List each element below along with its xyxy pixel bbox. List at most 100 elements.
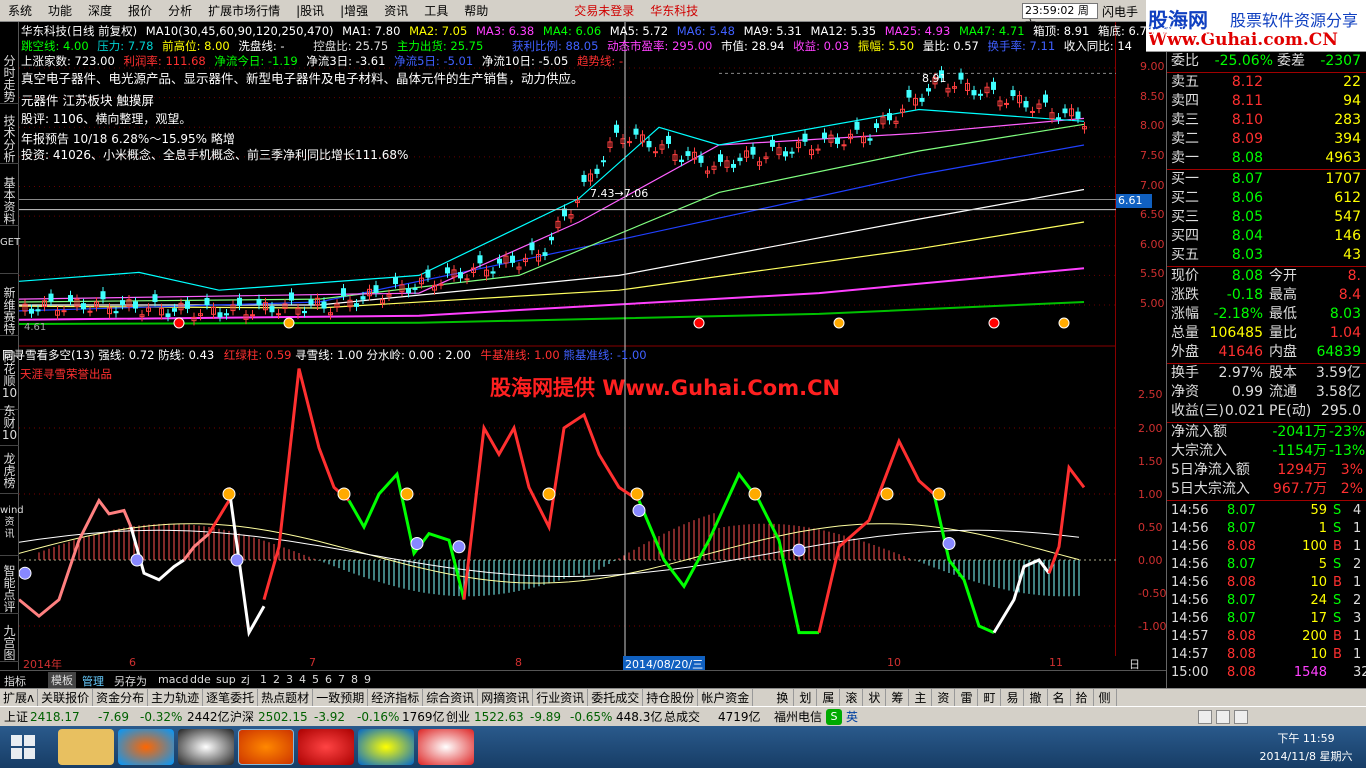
stock-app-icon[interactable]	[358, 729, 414, 765]
start-icon[interactable]	[10, 734, 36, 760]
app-icon[interactable]	[238, 729, 294, 765]
menu-system[interactable]: 系统	[0, 0, 40, 22]
menu-news[interactable]: |股讯	[288, 0, 332, 22]
quick-button[interactable]: 易	[1001, 689, 1025, 706]
ask-row[interactable]: 卖四 8.11 94	[1169, 92, 1365, 111]
menu-ext-market[interactable]: 扩展市场行情	[200, 0, 288, 22]
tab-8[interactable]: 8	[351, 673, 358, 686]
tab-2[interactable]: 2	[273, 673, 280, 686]
menu-help[interactable]: 帮助	[456, 0, 496, 22]
ime-lang[interactable]: 英	[846, 707, 858, 727]
quick-button[interactable]: 属	[817, 689, 841, 706]
func-button[interactable]: 持仓股份	[643, 689, 699, 706]
tab-fundamentals[interactable]: 基本资料	[0, 174, 19, 226]
menu-enhance[interactable]: |增强	[332, 0, 376, 22]
flash-trade-button[interactable]: 闪电手	[1102, 3, 1138, 20]
func-button[interactable]: 一致预期	[313, 689, 369, 706]
tab-get[interactable]: GET	[0, 234, 20, 274]
tab-3[interactable]: 3	[286, 673, 293, 686]
bid-row[interactable]: 买五 8.03 43	[1169, 246, 1365, 265]
bid-row[interactable]: 买二 8.06 612	[1169, 189, 1365, 208]
trade-login-status[interactable]: 交易未登录	[566, 0, 642, 22]
tab-dc10[interactable]: 东财10	[0, 402, 19, 446]
qq-icon[interactable]	[178, 729, 234, 765]
minimize-icon[interactable]	[1198, 710, 1212, 724]
quick-button[interactable]: 划	[794, 689, 818, 706]
flow-row: 大宗流入 -1154万 -13%	[1169, 442, 1365, 461]
tab-xinwei[interactable]: 新维赛特	[0, 284, 19, 336]
menu-analysis[interactable]: 分析	[160, 0, 200, 22]
func-button[interactable]: 热点题材	[258, 689, 314, 706]
quick-button[interactable]: 名	[1048, 689, 1071, 706]
func-button[interactable]: 资金分布	[93, 689, 149, 706]
taskbar-date[interactable]: 2014/11/8 星期六	[1248, 748, 1364, 764]
quick-button[interactable]: 资	[932, 689, 956, 706]
quick-button[interactable]: 撤	[1024, 689, 1048, 706]
func-button[interactable]: 综合资讯	[423, 689, 479, 706]
browser-icon[interactable]	[298, 729, 354, 765]
tab-7[interactable]: 7	[338, 673, 345, 686]
quick-button[interactable]: 拾	[1071, 689, 1094, 706]
index-cy-label[interactable]: 创业	[446, 707, 470, 727]
tab-zj[interactable]: zj	[241, 673, 250, 686]
menu-quote[interactable]: 报价	[120, 0, 160, 22]
quick-button[interactable]: 状	[863, 689, 887, 706]
tab-5[interactable]: 5	[312, 673, 319, 686]
tab-template[interactable]: 模板	[48, 672, 76, 688]
quick-button[interactable]: 筹	[886, 689, 910, 706]
func-button[interactable]: 主力轨迹	[148, 689, 204, 706]
quick-button[interactable]: 换	[771, 689, 795, 706]
func-button[interactable]: 行业资讯	[533, 689, 589, 706]
bid-row[interactable]: 买三 8.05 547	[1169, 208, 1365, 227]
face-signal-icon	[410, 537, 424, 550]
quick-button[interactable]: 滚	[840, 689, 864, 706]
tab-1[interactable]: 1	[260, 673, 267, 686]
ime-s-icon[interactable]: S	[826, 709, 842, 725]
menu-tools[interactable]: 工具	[416, 0, 456, 22]
taskbar-time[interactable]: 下午 11:59	[1256, 730, 1356, 746]
quick-button[interactable]: 主	[909, 689, 933, 706]
func-button[interactable]: 委托成交	[588, 689, 644, 706]
tab-save-as[interactable]: 另存为	[114, 673, 147, 689]
menu-function[interactable]: 功能	[40, 0, 80, 22]
tab-9[interactable]: 9	[364, 673, 371, 686]
func-button[interactable]: 帐户资金	[698, 689, 754, 706]
tab-smart-review[interactable]: 智能点评	[0, 562, 19, 614]
menu-depth[interactable]: 深度	[80, 0, 120, 22]
indicator-title[interactable]: 同寻雪看多空(13)	[2, 348, 95, 362]
func-button[interactable]: 关联报价	[38, 689, 94, 706]
index-hs-label[interactable]: 沪深	[230, 707, 254, 727]
tab-macd[interactable]: macd	[158, 673, 189, 686]
ask-row[interactable]: 卖一 8.08 4963	[1169, 149, 1365, 168]
func-button[interactable]: 经济指标	[368, 689, 424, 706]
tab-dde[interactable]: dde	[190, 673, 211, 686]
trade-app-icon[interactable]	[418, 729, 474, 765]
tab-nine-grid[interactable]: 九宫图	[0, 622, 19, 662]
tab-manage[interactable]: 管理	[82, 673, 104, 689]
tab-technical[interactable]: 技术分析	[0, 112, 19, 164]
ask-row[interactable]: 卖二 8.09 394	[1169, 130, 1365, 149]
bid-row[interactable]: 买四 8.04 146	[1169, 227, 1365, 246]
func-button[interactable]: 逐笔委托	[203, 689, 259, 706]
menu-info[interactable]: 资讯	[376, 0, 416, 22]
tab-sup[interactable]: sup	[216, 673, 236, 686]
ask-row[interactable]: 卖三 8.10 283	[1169, 111, 1365, 130]
explorer-icon[interactable]	[58, 729, 114, 765]
quick-button[interactable]: 雷	[955, 689, 979, 706]
tab-wind[interactable]: wind资讯	[0, 502, 24, 556]
tab-6[interactable]: 6	[325, 673, 332, 686]
tab-indicator[interactable]: 指标	[4, 673, 26, 689]
close-icon[interactable]	[1234, 710, 1248, 724]
tab-intraday[interactable]: 分时走势	[0, 52, 19, 104]
tab-lhb[interactable]: 龙虎榜	[0, 450, 19, 494]
quick-button[interactable]: 町	[978, 689, 1002, 706]
media-player-icon[interactable]	[118, 729, 174, 765]
ask-row[interactable]: 卖五 8.12 22	[1169, 73, 1365, 92]
index-sh-label[interactable]: 上证	[4, 707, 28, 727]
func-button[interactable]: 网摘资讯	[478, 689, 534, 706]
func-button[interactable]: 扩展ʌ	[0, 689, 39, 706]
tab-4[interactable]: 4	[299, 673, 306, 686]
quick-button[interactable]: 侧	[1094, 689, 1117, 706]
restore-icon[interactable]	[1216, 710, 1230, 724]
bid-row[interactable]: 买一 8.07 1707	[1169, 170, 1365, 189]
